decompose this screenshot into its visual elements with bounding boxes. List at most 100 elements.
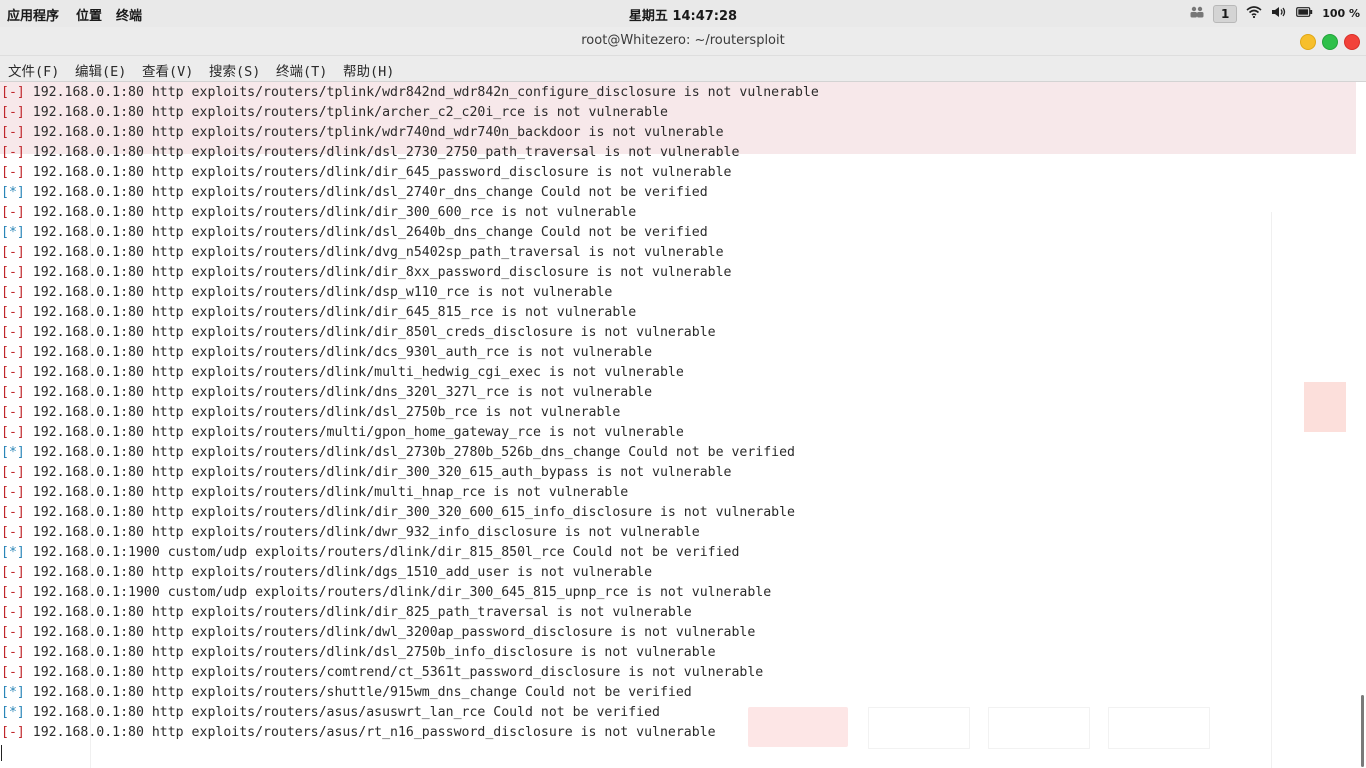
menu-help[interactable]: 帮助(H) (343, 60, 394, 80)
fail-prefix: [-] (1, 265, 25, 280)
fail-prefix: [-] (1, 665, 25, 680)
scrollbar-thumb[interactable] (1361, 695, 1364, 767)
minimize-button[interactable] (1300, 34, 1316, 50)
terminal-line: [-] 192.168.0.1:80 http exploits/routers… (1, 723, 819, 743)
line-text: 192.168.0.1:80 http exploits/routers/asu… (24, 725, 716, 740)
terminal-line: [-] 192.168.0.1:80 http exploits/routers… (1, 163, 819, 183)
terminal-line: [-] 192.168.0.1:80 http exploits/routers… (1, 243, 819, 263)
line-text: 192.168.0.1:80 http exploits/routers/dli… (24, 325, 716, 340)
menu-search[interactable]: 搜索(S) (209, 60, 260, 80)
maximize-button[interactable] (1322, 34, 1338, 50)
terminal-line: [-] 192.168.0.1:80 http exploits/routers… (1, 643, 819, 663)
terminal-line: [-] 192.168.0.1:80 http exploits/routers… (1, 83, 819, 103)
line-text: 192.168.0.1:80 http exploits/routers/asu… (24, 705, 660, 720)
terminal-line: [-] 192.168.0.1:80 http exploits/routers… (1, 263, 819, 283)
terminal-line: [-] 192.168.0.1:80 http exploits/routers… (1, 483, 819, 503)
workspace-indicator[interactable]: 1 (1213, 4, 1238, 23)
terminal-output[interactable]: [-] 192.168.0.1:80 http exploits/routers… (0, 82, 1366, 768)
line-text: 192.168.0.1:80 http exploits/routers/dli… (24, 165, 732, 180)
terminal-line: [-] 192.168.0.1:80 http exploits/routers… (1, 463, 819, 483)
line-text: 192.168.0.1:80 http exploits/routers/dli… (24, 405, 621, 420)
terminal-line: [-] 192.168.0.1:80 http exploits/routers… (1, 403, 819, 423)
terminal-line: [-] 192.168.0.1:80 http exploits/routers… (1, 303, 819, 323)
terminal-app-menu[interactable]: 终端 (116, 5, 142, 24)
volume-icon[interactable] (1271, 6, 1287, 22)
terminal-line: [-] 192.168.0.1:80 http exploits/routers… (1, 663, 819, 683)
terminal-line: [-] 192.168.0.1:80 http exploits/routers… (1, 103, 819, 123)
line-text: 192.168.0.1:80 http exploits/routers/tpl… (24, 85, 819, 100)
line-text: 192.168.0.1:80 http exploits/routers/dli… (24, 465, 732, 480)
applications-menu[interactable]: 应用程序 (7, 5, 59, 24)
line-text: 192.168.0.1:80 http exploits/routers/dli… (24, 365, 684, 380)
fail-prefix: [-] (1, 105, 25, 120)
menu-terminal[interactable]: 终端(T) (276, 60, 327, 80)
info-prefix: [*] (1, 685, 25, 700)
fail-prefix: [-] (1, 205, 25, 220)
info-prefix: [*] (1, 545, 25, 560)
places-menu[interactable]: 位置 (76, 5, 102, 24)
fail-prefix: [-] (1, 425, 25, 440)
line-text: 192.168.0.1:1900 custom/udp exploits/rou… (24, 545, 740, 560)
menu-edit[interactable]: 编辑(E) (75, 60, 126, 80)
line-text: 192.168.0.1:80 http exploits/routers/dli… (24, 605, 692, 620)
line-text: 192.168.0.1:80 http exploits/routers/dli… (24, 145, 740, 160)
close-button[interactable] (1344, 34, 1360, 50)
line-text: 192.168.0.1:80 http exploits/routers/dli… (24, 205, 637, 220)
line-text: 192.168.0.1:80 http exploits/routers/shu… (24, 685, 692, 700)
terminal-line: [*] 192.168.0.1:1900 custom/udp exploits… (1, 543, 819, 563)
fail-prefix: [-] (1, 405, 25, 420)
fail-prefix: [-] (1, 605, 25, 620)
fail-prefix: [-] (1, 585, 25, 600)
line-text: 192.168.0.1:80 http exploits/routers/dli… (24, 305, 637, 320)
fail-prefix: [-] (1, 325, 25, 340)
terminal-line: [*] 192.168.0.1:80 http exploits/routers… (1, 443, 819, 463)
terminal-line: [*] 192.168.0.1:80 http exploits/routers… (1, 183, 819, 203)
fail-prefix: [-] (1, 85, 25, 100)
terminal-scrollbar[interactable] (1357, 82, 1365, 768)
info-prefix: [*] (1, 705, 25, 720)
battery-icon[interactable] (1296, 6, 1313, 21)
top-panel: 应用程序 位置 终端 星期五 14:47:28 1 100 % (0, 0, 1366, 27)
terminal-line: [-] 192.168.0.1:80 http exploits/routers… (1, 423, 819, 443)
people-icon[interactable] (1190, 6, 1204, 22)
terminal-line: [-] 192.168.0.1:80 http exploits/routers… (1, 363, 819, 383)
terminal-line: [-] 192.168.0.1:80 http exploits/routers… (1, 383, 819, 403)
terminal-line: [-] 192.168.0.1:80 http exploits/routers… (1, 203, 819, 223)
fail-prefix: [-] (1, 285, 25, 300)
line-text: 192.168.0.1:80 http exploits/routers/dli… (24, 565, 653, 580)
window-titlebar[interactable]: root@Whitezero: ~/routersploit (0, 27, 1366, 56)
menu-file[interactable]: 文件(F) (8, 60, 59, 80)
line-text: 192.168.0.1:80 http exploits/routers/dli… (24, 625, 756, 640)
terminal-line: [-] 192.168.0.1:80 http exploits/routers… (1, 563, 819, 583)
line-text: 192.168.0.1:1900 custom/udp exploits/rou… (24, 585, 772, 600)
fail-prefix: [-] (1, 245, 25, 260)
terminal-menubar: 文件(F) 编辑(E) 查看(V) 搜索(S) 终端(T) 帮助(H) (0, 56, 1366, 82)
fail-prefix: [-] (1, 725, 25, 740)
fail-prefix: [-] (1, 305, 25, 320)
terminal-line: [-] 192.168.0.1:80 http exploits/routers… (1, 343, 819, 363)
line-text: 192.168.0.1:80 http exploits/routers/dli… (24, 265, 732, 280)
fail-prefix: [-] (1, 385, 25, 400)
fail-prefix: [-] (1, 465, 25, 480)
wifi-icon[interactable] (1246, 5, 1262, 22)
terminal-line: [-] 192.168.0.1:80 http exploits/routers… (1, 523, 819, 543)
info-prefix: [*] (1, 445, 25, 460)
clock[interactable]: 星期五 14:47:28 (629, 9, 737, 24)
window-title: root@Whitezero: ~/routersploit (581, 33, 785, 48)
terminal-line: [-] 192.168.0.1:80 http exploits/routers… (1, 283, 819, 303)
fail-prefix: [-] (1, 165, 25, 180)
line-text: 192.168.0.1:80 http exploits/routers/dli… (24, 645, 716, 660)
menu-view[interactable]: 查看(V) (142, 60, 193, 80)
line-text: 192.168.0.1:80 http exploits/routers/dli… (24, 285, 613, 300)
background-badge-ghost (1304, 382, 1346, 432)
line-text: 192.168.0.1:80 http exploits/routers/tpl… (24, 105, 668, 120)
terminal-line: [-] 192.168.0.1:80 http exploits/routers… (1, 503, 819, 523)
terminal-line: [*] 192.168.0.1:80 http exploits/routers… (1, 683, 819, 703)
line-text: 192.168.0.1:80 http exploits/routers/dli… (24, 185, 708, 200)
background-button-ghost (1108, 707, 1210, 749)
terminal-line: [-] 192.168.0.1:80 http exploits/routers… (1, 143, 819, 163)
line-text: 192.168.0.1:80 http exploits/routers/dli… (24, 345, 653, 360)
info-prefix: [*] (1, 225, 25, 240)
fail-prefix: [-] (1, 645, 25, 660)
fail-prefix: [-] (1, 625, 25, 640)
